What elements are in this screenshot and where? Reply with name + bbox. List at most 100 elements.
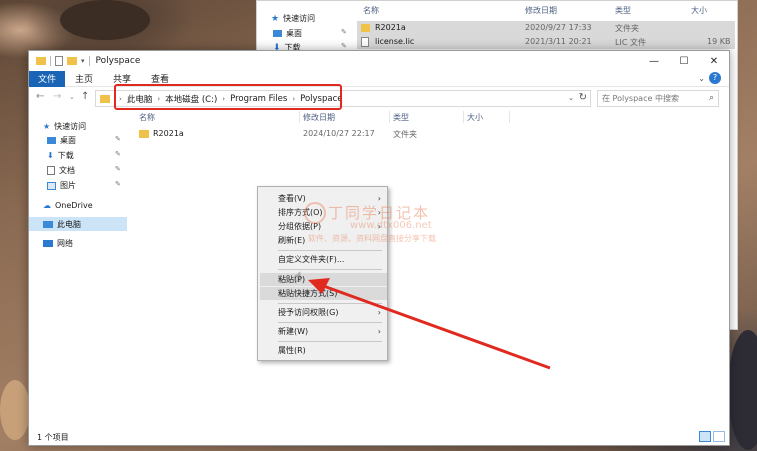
- sidebar-item-documents[interactable]: 文档: [47, 165, 75, 176]
- recent-locations-icon[interactable]: ⌄: [69, 93, 75, 101]
- table-row[interactable]: R2021a 2024/10/27 22:17 文件夹: [129, 127, 459, 142]
- minimize-button[interactable]: —: [639, 51, 669, 71]
- menu-item-give-access[interactable]: 授予访问权限(G) ›: [260, 306, 387, 319]
- search-box[interactable]: 在 Polyspace 中搜索 ⌕: [597, 90, 719, 107]
- star-icon: ★: [271, 13, 280, 24]
- menu-item-new[interactable]: 新建(W) ›: [260, 325, 387, 338]
- wallpaper-shape: [0, 380, 30, 440]
- pin-icon: ✎: [115, 180, 121, 188]
- pin-icon: ✎: [341, 28, 347, 36]
- menu-separator: [278, 303, 382, 304]
- sidebar-item-onedrive[interactable]: ☁ OneDrive: [43, 201, 93, 210]
- chevron-right-icon: ›: [377, 194, 381, 203]
- sidebar-item-downloads[interactable]: ⬇ 下载: [47, 150, 74, 161]
- folder-icon[interactable]: [36, 57, 46, 65]
- tab-home[interactable]: 主页: [65, 71, 103, 87]
- menu-item-refresh[interactable]: 刷新(E): [260, 234, 387, 247]
- maximize-button[interactable]: ☐: [669, 51, 699, 71]
- menu-item-paste[interactable]: 粘贴(P): [260, 273, 387, 286]
- menu-item-paste-shortcut[interactable]: 粘贴快捷方式(S): [260, 287, 387, 300]
- sidebar-item-quick-access[interactable]: ★ 快速访问: [43, 121, 86, 132]
- up-button[interactable]: ↑: [81, 91, 89, 102]
- column-name[interactable]: 名称: [139, 112, 155, 123]
- menu-item-customize-folder[interactable]: 自定义文件夹(F)...: [260, 253, 387, 266]
- status-bar: 1 个项目: [29, 429, 729, 445]
- toolbar-separator: [88, 56, 90, 66]
- sidebar-item-network[interactable]: 网络: [43, 238, 73, 249]
- chevron-right-icon: ›: [377, 327, 381, 336]
- bg-col-name[interactable]: 名称: [363, 5, 379, 16]
- menu-item-group-by[interactable]: 分组依据(P) ›: [260, 220, 387, 233]
- properties-icon[interactable]: [55, 56, 63, 66]
- desktop-icon: [273, 30, 282, 37]
- pin-icon: ✎: [115, 165, 121, 173]
- sidebar-item-desktop[interactable]: 桌面: [47, 135, 76, 146]
- item-count: 1 个项目: [37, 433, 69, 442]
- column-divider[interactable]: [463, 111, 464, 123]
- menu-item-properties[interactable]: 属性(R): [260, 344, 387, 357]
- search-input[interactable]: 在 Polyspace 中搜索: [602, 93, 679, 104]
- close-button[interactable]: ✕: [699, 51, 729, 71]
- navigation-pane: ★ 快速访问 桌面 ✎ ⬇ 下载 ✎ 文档 ✎ 图片 ✎ ☁ OneDrive …: [29, 109, 129, 427]
- download-icon: ⬇: [47, 151, 54, 160]
- view-toggle: [699, 431, 725, 442]
- pin-icon: ✎: [341, 42, 347, 50]
- wallpaper-shape: [60, 0, 150, 40]
- quick-access-toolbar: ▾: [36, 56, 90, 66]
- window-title: Polyspace: [95, 56, 141, 66]
- window-controls: — ☐ ✕: [639, 51, 729, 71]
- menu-item-sort-by[interactable]: 排序方式(O) ›: [260, 206, 387, 219]
- bg-col-type[interactable]: 类型: [615, 5, 631, 16]
- column-divider[interactable]: [299, 111, 300, 123]
- details-view-icon[interactable]: [699, 431, 711, 442]
- bg-nav-quick-access[interactable]: ★ 快速访问: [271, 13, 315, 24]
- address-highlight-box: [114, 84, 342, 110]
- customize-toolbar-icon[interactable]: ▾: [81, 57, 85, 65]
- menu-separator: [278, 341, 382, 342]
- chevron-right-icon: ›: [377, 308, 381, 317]
- bg-nav-desktop[interactable]: 桌面: [273, 28, 302, 39]
- table-row[interactable]: license.lic 2021/3/11 20:21 LIC 文件 19 KB: [357, 35, 735, 49]
- chevron-right-icon: ›: [377, 208, 381, 217]
- menu-separator: [278, 322, 382, 323]
- mouse-cursor-icon: ☝: [294, 270, 302, 284]
- sidebar-item-pictures[interactable]: 图片: [47, 180, 76, 191]
- search-icon: ⌕: [708, 93, 714, 103]
- bg-col-date[interactable]: 修改日期: [525, 5, 557, 16]
- sidebar-item-this-pc[interactable]: 此电脑: [29, 217, 127, 231]
- column-divider[interactable]: [509, 111, 510, 123]
- folder-icon: [139, 130, 149, 138]
- document-icon: [47, 166, 55, 175]
- folder-icon: [361, 24, 370, 32]
- bg-column-header: 名称 修改日期 类型 大小: [357, 1, 739, 19]
- help-icon[interactable]: ?: [709, 72, 721, 84]
- bg-col-size[interactable]: 大小: [691, 5, 707, 16]
- column-size[interactable]: 大小: [467, 112, 483, 123]
- new-folder-icon[interactable]: [67, 57, 77, 65]
- back-button[interactable]: ←: [36, 91, 44, 102]
- forward-button[interactable]: →: [53, 91, 61, 102]
- column-type[interactable]: 类型: [393, 112, 409, 123]
- pin-icon: ✎: [115, 135, 121, 143]
- column-date[interactable]: 修改日期: [303, 112, 335, 123]
- large-icons-view-icon[interactable]: [713, 431, 725, 442]
- chevron-down-icon[interactable]: ⌄: [568, 94, 574, 102]
- tab-file[interactable]: 文件: [29, 70, 66, 87]
- folder-icon: [100, 94, 110, 103]
- desktop-icon: [47, 137, 56, 144]
- column-divider[interactable]: [389, 111, 390, 123]
- context-menu: 查看(V) › 排序方式(O) › 分组依据(P) › 刷新(E) 自定义文件夹(F)…: [257, 186, 388, 361]
- star-icon: ★: [43, 122, 51, 131]
- cloud-icon: ☁: [43, 201, 51, 210]
- file-icon: [361, 37, 369, 47]
- chevron-down-icon[interactable]: ⌄: [698, 74, 705, 83]
- refresh-icon[interactable]: ↻: [579, 92, 587, 103]
- computer-icon: [43, 220, 53, 228]
- table-row[interactable]: R2021a 2020/9/27 17:33 文件夹: [357, 21, 735, 35]
- menu-item-view[interactable]: 查看(V) ›: [260, 192, 387, 205]
- pin-icon: ✎: [115, 150, 121, 158]
- picture-icon: [47, 181, 56, 190]
- menu-separator: [278, 250, 382, 251]
- wallpaper-shape: [728, 330, 757, 450]
- toolbar-separator: [50, 56, 51, 66]
